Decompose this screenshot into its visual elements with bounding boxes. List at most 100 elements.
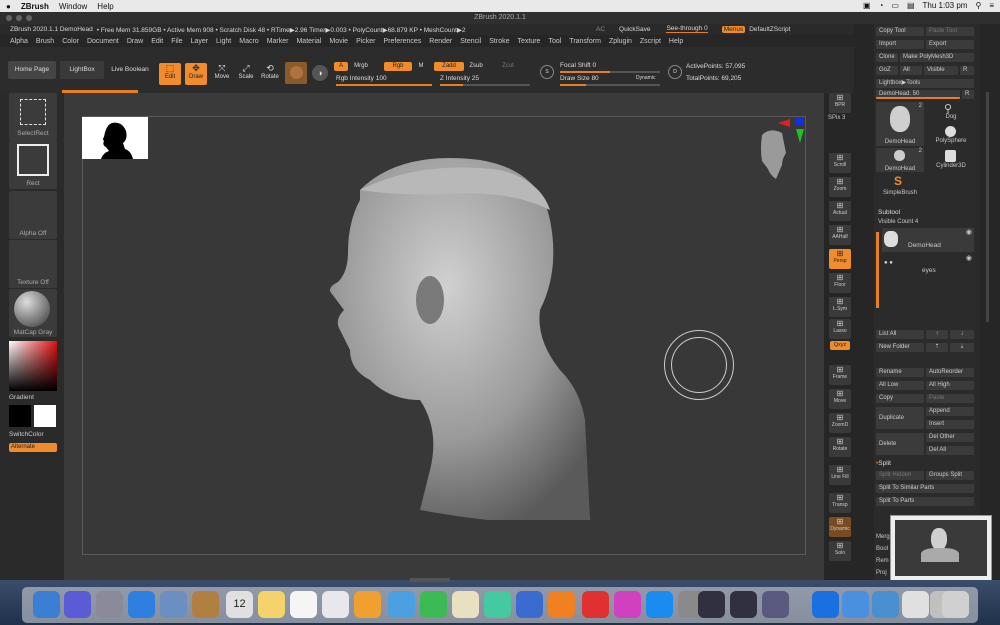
copy-tool-button[interactable]: Copy Tool [876, 27, 924, 36]
menu-edit[interactable]: Edit [151, 38, 163, 45]
dock-numbers-icon[interactable] [484, 591, 511, 618]
subtool-row-eyes[interactable]: ● ● eyes ◉ [882, 254, 974, 278]
menubar-window[interactable]: Window [59, 2, 87, 11]
seethrough-slider[interactable]: See-through 0 [666, 25, 708, 33]
dock-globe-icon[interactable] [812, 591, 839, 618]
subtool-scrollbar[interactable] [876, 232, 879, 308]
flag-icon[interactable]: ▤ [907, 1, 915, 10]
copy-button[interactable]: Copy [876, 394, 924, 403]
current-tool-r-button[interactable]: R [962, 90, 974, 99]
subtool-row-demohead[interactable]: DemoHead ◉ [882, 228, 974, 252]
goz-button[interactable]: GoZ [876, 66, 898, 75]
list-all-button[interactable]: List All [876, 330, 924, 339]
live-boolean-button[interactable]: Live Boolean [108, 61, 152, 79]
dock-butterfly-icon[interactable] [698, 591, 725, 618]
remesh-header[interactable]: Rem [876, 558, 889, 564]
dock-scroll-indicator[interactable] [410, 578, 450, 582]
menubar-app[interactable]: ZBrush [21, 2, 49, 11]
search-icon[interactable]: ⚲ [975, 1, 981, 10]
shelf-lasso-button[interactable]: ⊞ Lasso [829, 319, 851, 339]
project-header[interactable]: Proj [876, 570, 887, 576]
ac-button[interactable]: AC [596, 26, 605, 33]
menu-texture[interactable]: Texture [517, 38, 540, 45]
quicksave-button[interactable]: QuickSave [619, 26, 650, 33]
shelf-actual-button[interactable]: ⊞ Actual [829, 201, 851, 221]
menu-light[interactable]: Light [216, 38, 231, 45]
dock-safari-icon[interactable] [128, 591, 155, 618]
dock-zbrush-icon[interactable] [730, 591, 757, 618]
tool-thumb-dog[interactable]: ⚲ Dog [928, 102, 974, 122]
dock-music-icon[interactable] [614, 591, 641, 618]
zadd-button[interactable]: Zadd [434, 62, 464, 71]
zcut-button[interactable]: Zcut [500, 62, 516, 71]
duplicate-button[interactable]: Duplicate [876, 407, 924, 429]
dock-launchpad-icon[interactable] [96, 591, 123, 618]
boolean-header[interactable]: Bool [876, 546, 888, 552]
navigation-gizmo[interactable] [750, 117, 806, 183]
menu-render[interactable]: Render [429, 38, 452, 45]
default-zscript[interactable]: DefaultZScript [749, 26, 790, 33]
dock-messages-icon[interactable] [388, 591, 415, 618]
dock-app-store-icon[interactable] [646, 591, 673, 618]
s-icon[interactable]: S [540, 65, 554, 79]
rotate-button[interactable]: ⟲ Rotate [259, 63, 281, 85]
tool-thumb-demohead-2[interactable]: 2 DemoHead [876, 148, 924, 172]
menu-document[interactable]: Document [87, 38, 119, 45]
autoreorder-button[interactable]: AutoReorder [926, 368, 974, 377]
dock-pages-icon[interactable] [452, 591, 479, 618]
del-other-button[interactable]: Del Other [926, 433, 974, 442]
tool-thumb-demohead[interactable]: 2 DemoHead [876, 102, 924, 146]
shelf-move-button[interactable]: ⊞ Move [829, 389, 851, 409]
new-folder-button[interactable]: New Folder [876, 343, 924, 352]
move-button[interactable]: ⤧ Move [211, 63, 233, 85]
menu-marker[interactable]: Marker [267, 38, 289, 45]
shelf-scroll-button[interactable]: ⊞ Scroll [829, 153, 851, 173]
down-arrow-button[interactable]: ↓ [950, 330, 974, 339]
dock-preview-icon[interactable] [762, 591, 789, 618]
dynamic-button[interactable]: Dynamic [636, 75, 655, 81]
dock-documents-folder-icon[interactable] [872, 591, 899, 618]
edit-button[interactable]: ⬚ Edit [159, 63, 181, 85]
menu-help[interactable]: Help [669, 38, 683, 45]
status-icon[interactable]: ▣ [863, 1, 871, 10]
dock-calendar-icon[interactable]: 12 [226, 591, 253, 618]
shelf-dynamic-button[interactable]: ⊞ Dynamic [829, 517, 851, 537]
split-similar-button[interactable]: Split To Similar Parts [876, 484, 974, 493]
dock-notes-icon[interactable] [258, 591, 285, 618]
move-down-button[interactable]: ⇣ [950, 343, 974, 352]
minimize-button[interactable] [16, 15, 22, 21]
head-model[interactable] [300, 150, 590, 524]
shelf-aahalf-button[interactable]: ⊞ AAHalf [829, 225, 851, 245]
shelf-frame-button[interactable]: ⊞ Frame [829, 365, 851, 385]
shelf-bpr-button[interactable]: ⊞ BPR [829, 93, 851, 113]
menu-file[interactable]: File [171, 38, 182, 45]
menu-draw[interactable]: Draw [127, 38, 143, 45]
color-picker[interactable] [9, 341, 57, 391]
menu-macro[interactable]: Macro [239, 38, 258, 45]
visible-button[interactable]: Visible [924, 66, 958, 75]
secondary-color-swatch[interactable] [9, 405, 31, 427]
menu-list-icon[interactable]: ≡ [989, 1, 994, 10]
groups-split-button[interactable]: Groups Split [926, 471, 974, 480]
delete-button[interactable]: Delete [876, 433, 924, 455]
menu-zscript[interactable]: Zscript [640, 38, 661, 45]
all-low-button[interactable]: All Low [876, 381, 924, 390]
d-icon[interactable]: D [668, 65, 682, 79]
menu-zplugin[interactable]: Zplugin [609, 38, 632, 45]
all-button[interactable]: All [900, 66, 922, 75]
current-tool-slider[interactable]: DemoHead. 50 [876, 90, 960, 99]
move-up-button[interactable]: ⇡ [926, 343, 948, 352]
menu-brush[interactable]: Brush [36, 38, 54, 45]
tool-thumb-polysphere[interactable]: PolySphere [928, 124, 974, 146]
switch-color-button[interactable]: SwitchColor [9, 431, 57, 438]
rgb-intensity-slider[interactable] [336, 84, 432, 86]
up-arrow-button[interactable]: ↑ [926, 330, 948, 339]
dock-contacts-icon[interactable] [192, 591, 219, 618]
dock-calculator-icon[interactable] [902, 591, 929, 618]
focal-shift-slider[interactable] [560, 71, 660, 73]
dock-photos-icon[interactable] [354, 591, 381, 618]
import-button[interactable]: Import [876, 40, 924, 49]
material-preview[interactable] [285, 62, 307, 84]
rgb-button[interactable]: Rgb [384, 62, 412, 71]
export-button[interactable]: Export [926, 40, 974, 49]
